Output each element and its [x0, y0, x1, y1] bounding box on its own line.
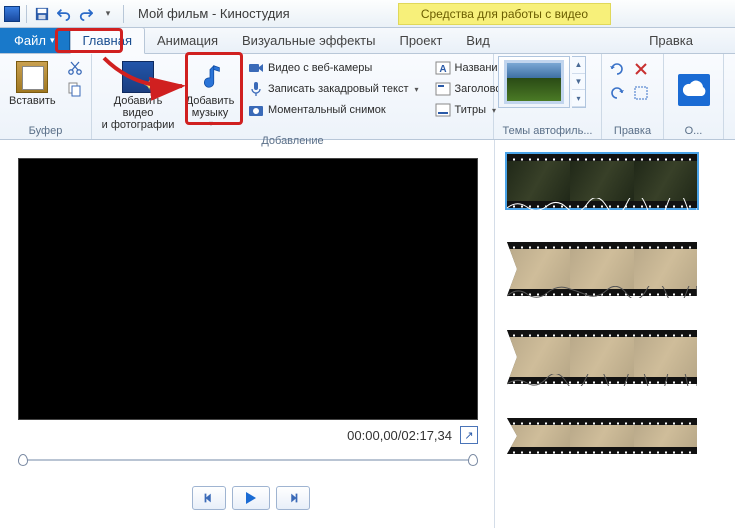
group-share: О...: [664, 54, 724, 139]
tab-project[interactable]: Проект: [387, 28, 454, 53]
timeline-pane[interactable]: [495, 140, 735, 528]
chevron-down-icon: ▾: [50, 35, 55, 46]
audio-waveform: [507, 198, 697, 210]
slider-track: [18, 459, 474, 461]
workspace: 00:00,00/02:17,34 ↗: [0, 140, 735, 528]
record-narration-button[interactable]: Записать закадровый текст▾: [244, 79, 423, 99]
group-add: Добавить видео и фотографии Добавить муз…: [92, 54, 494, 139]
time-row: 00:00,00/02:17,34 ↗: [18, 426, 484, 444]
paste-button[interactable]: Вставить: [4, 56, 61, 124]
heading-icon: [435, 81, 451, 97]
title-icon: A: [435, 60, 451, 76]
undo-button[interactable]: [55, 5, 73, 23]
clip-item[interactable]: [507, 242, 731, 296]
redo-button[interactable]: [77, 5, 95, 23]
qat-customize[interactable]: ▾: [99, 5, 117, 23]
scissors-icon: [67, 60, 83, 76]
add-music-button[interactable]: Добавить музыку ▾: [182, 56, 238, 134]
gallery-up-button[interactable]: ▲: [572, 57, 585, 74]
prev-frame-button[interactable]: [192, 486, 226, 510]
audio-waveform: [507, 286, 697, 298]
themes-gallery[interactable]: [498, 56, 570, 108]
file-tab[interactable]: Файл ▾: [0, 28, 70, 53]
music-note-icon: [194, 61, 226, 93]
app-icon: [4, 6, 20, 22]
qat-separator: [26, 5, 27, 23]
save-button[interactable]: [33, 5, 51, 23]
camera-icon: [248, 102, 264, 118]
tab-home[interactable]: Главная: [70, 27, 145, 54]
tabs-row: Файл ▾ Главная Анимация Визуальные эффект…: [0, 28, 735, 54]
next-frame-button[interactable]: [276, 486, 310, 510]
chevron-down-icon: ▾: [415, 85, 419, 94]
rotate-left-button[interactable]: [606, 58, 628, 80]
gallery-more-button[interactable]: ▾: [572, 90, 585, 107]
cloud-icon: [678, 74, 710, 106]
tab-view[interactable]: Вид: [454, 28, 502, 53]
webcam-video-button[interactable]: Видео с веб-камеры: [244, 58, 423, 78]
audio-waveform: [507, 374, 697, 386]
play-button[interactable]: [232, 486, 270, 510]
rotate-right-button[interactable]: [606, 82, 628, 104]
microphone-icon: [248, 81, 264, 97]
onedrive-button[interactable]: [673, 69, 715, 111]
play-icon: [246, 492, 256, 504]
group-label: Буфер: [4, 124, 87, 139]
select-all-button[interactable]: [630, 82, 652, 104]
copy-button[interactable]: [63, 79, 87, 99]
slider-thumb-start[interactable]: [18, 454, 28, 466]
group-label: Правка: [606, 124, 659, 139]
ribbon: Вставить Буфер Добавить видео и фотограф…: [0, 54, 735, 140]
webcam-icon: [248, 60, 264, 76]
tab-effects[interactable]: Визуальные эффекты: [230, 28, 387, 53]
snapshot-button[interactable]: Моментальный снимок: [244, 100, 423, 120]
group-edit: Правка: [602, 54, 664, 139]
time-display: 00:00,00/02:17,34: [347, 428, 452, 443]
group-label: Темы автофиль...: [498, 124, 597, 139]
delete-button[interactable]: [630, 58, 652, 80]
group-label: Добавление: [96, 134, 489, 149]
themes-gallery-controls: ▲ ▼ ▾: [572, 56, 586, 108]
group-themes: ▲ ▼ ▾ Темы автофиль...: [494, 54, 602, 139]
preview-pane: 00:00,00/02:17,34 ↗: [0, 140, 495, 528]
add-video-photos-button[interactable]: Добавить видео и фотографии: [96, 56, 180, 134]
copy-icon: [67, 81, 83, 97]
svg-text:A: A: [439, 64, 446, 75]
clip-item[interactable]: [507, 418, 731, 472]
playback-controls: [18, 486, 484, 510]
group-clipboard: Вставить Буфер: [0, 54, 92, 139]
chevron-down-icon: ▾: [209, 119, 213, 128]
clip-item[interactable]: [507, 154, 731, 208]
video-preview[interactable]: [18, 158, 478, 420]
contextual-tab-label: Средства для работы с видео: [398, 3, 611, 25]
qat-separator: [123, 5, 124, 23]
title-bar: ▾ Мой фильм - Киностудия Средства для ра…: [0, 0, 735, 28]
clip-item[interactable]: [507, 330, 731, 384]
add-media-icon: [122, 61, 154, 93]
theme-thumbnail: [504, 60, 564, 104]
tab-animation[interactable]: Анимация: [145, 28, 230, 53]
cut-button[interactable]: [63, 58, 87, 78]
fullscreen-button[interactable]: ↗: [460, 426, 478, 444]
slider-thumb-end[interactable]: [468, 454, 478, 466]
edit-tools-grid: [606, 58, 652, 104]
captions-icon: [435, 102, 451, 118]
tab-edit[interactable]: Правка: [607, 28, 735, 53]
group-label: О...: [668, 124, 719, 139]
window-title: Мой фильм - Киностудия: [138, 6, 290, 21]
seek-slider[interactable]: [18, 452, 484, 468]
paste-icon: [16, 61, 48, 93]
file-tab-label: Файл: [14, 33, 46, 48]
gallery-down-button[interactable]: ▼: [572, 74, 585, 91]
